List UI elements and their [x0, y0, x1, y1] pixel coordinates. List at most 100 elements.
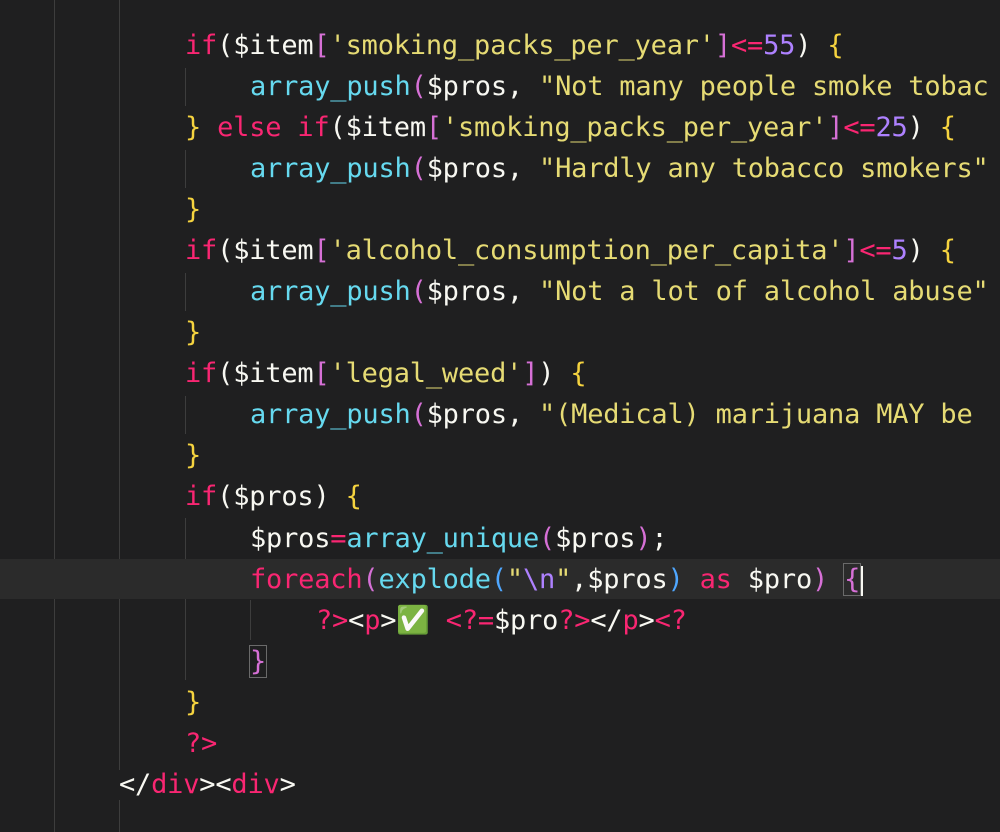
indent-guide [119, 0, 120, 770]
code-line[interactable]: if($item['legal_weed']) { [185, 353, 587, 394]
brace: } [185, 112, 202, 143]
keyword: as [683, 564, 748, 595]
code-editor[interactable]: if($item['smoking_packs_per_year']<=55) … [0, 0, 1000, 832]
variable: $pro [493, 605, 559, 636]
punct: > [279, 769, 296, 800]
punct: , [506, 71, 540, 102]
code-line[interactable]: $pros=array_unique($pros); [250, 518, 668, 559]
indent-guide [185, 518, 186, 680]
punct: < [348, 605, 365, 636]
brace: } [185, 317, 202, 348]
string: " [555, 564, 572, 595]
number: 5 [891, 235, 908, 266]
function: array_push [250, 153, 411, 184]
punct: > [199, 769, 216, 800]
code-line[interactable]: if($pros) { [185, 476, 362, 517]
matched-brace: } [248, 645, 268, 678]
brace: { [570, 358, 587, 389]
variable: $pros [426, 276, 507, 307]
php-close-tag: ?> [558, 605, 591, 636]
string: " [506, 564, 523, 595]
php-close-tag: ?> [316, 605, 349, 636]
variable: $pro [747, 564, 813, 595]
keyword: if [185, 30, 218, 61]
code-line[interactable]: } [185, 312, 201, 353]
string: "Hardly any tobacco smokers" [539, 153, 989, 184]
punct: </ [590, 605, 623, 636]
function: array_push [250, 276, 411, 307]
code-line[interactable]: ?> [185, 723, 217, 764]
keyword: if [185, 235, 218, 266]
brace: { [345, 481, 362, 512]
php-close-tag: ?> [185, 728, 218, 759]
brace: { [939, 112, 956, 143]
paren: ( [410, 153, 427, 184]
punct: ( [217, 358, 234, 389]
variable: $pros [587, 564, 668, 595]
variable: $item [233, 235, 314, 266]
punct: , [506, 399, 540, 430]
punct: > [380, 605, 397, 636]
bracket: ] [714, 30, 731, 61]
brace: } [185, 194, 202, 225]
code-line[interactable]: if($item['smoking_packs_per_year']<=55) … [185, 25, 844, 66]
brace: { [939, 235, 956, 266]
number: 55 [763, 30, 796, 61]
punct: , [506, 276, 540, 307]
bracket: [ [313, 358, 330, 389]
code-line[interactable]: } else if($item['smoking_packs_per_year'… [185, 107, 956, 148]
code-line[interactable]: array_push($pros, "Not many people smoke… [250, 66, 989, 107]
bracket: [ [425, 112, 442, 143]
paren: ( [362, 564, 379, 595]
punct: ) [795, 30, 812, 61]
keyword: if [297, 112, 330, 143]
keyword: foreach [250, 564, 363, 595]
function: array_push [250, 71, 411, 102]
keyword: if [185, 481, 218, 512]
code-line[interactable]: } [248, 641, 268, 682]
string: "Not many people smoke tobac [539, 71, 989, 102]
code-line[interactable]: </div><div> [119, 764, 296, 805]
function: array_push [250, 399, 411, 430]
variable: $pros [250, 523, 331, 554]
code-line[interactable]: if($item['alcohol_consumption_per_capita… [185, 230, 956, 271]
code-line[interactable]: array_push($pros, "Not a lot of alcohol … [250, 271, 989, 312]
code-line[interactable]: } [185, 435, 201, 476]
escape-sequence: \n [522, 564, 556, 595]
brace: } [185, 440, 202, 471]
paren: ( [410, 276, 427, 307]
function: array_unique [346, 523, 540, 554]
string: 'legal_weed' [329, 358, 523, 389]
punct: </ [119, 769, 152, 800]
html-tag: div [151, 769, 200, 800]
indent-guide [185, 150, 186, 188]
bracket: ] [522, 358, 539, 389]
function: explode [378, 564, 491, 595]
code-line[interactable]: array_push($pros, "Hardly any tobacco sm… [250, 148, 989, 189]
punct: ) [538, 358, 555, 389]
code-line[interactable]: } [185, 189, 201, 230]
bracket: ] [843, 235, 860, 266]
code-line[interactable]: array_push($pros, "(Medical) marijuana M… [250, 394, 973, 435]
code-line[interactable]: } [185, 682, 201, 723]
paren: ) [812, 564, 829, 595]
punct: ( [329, 112, 346, 143]
code-line[interactable]: foreach(explode("\n",$pros) as $pro) { [250, 559, 864, 600]
variable: $pros [426, 71, 507, 102]
variable: $pros [426, 399, 507, 430]
operator: <= [843, 112, 876, 143]
paren: ( [410, 399, 427, 430]
indent-guide [250, 600, 251, 640]
php-open-tag: <? [654, 605, 687, 636]
php-open-tag: <?= [445, 605, 494, 636]
code-line[interactable]: ?><p>✅ <?=$pro?></p><? [316, 600, 687, 641]
matched-brace: { [843, 563, 862, 596]
number: 25 [875, 112, 908, 143]
variable: $item [233, 358, 314, 389]
operator: = [330, 523, 347, 554]
variable: $pros [426, 153, 507, 184]
html-tag: div [231, 769, 280, 800]
operator: <= [859, 235, 892, 266]
paren: ( [410, 71, 427, 102]
